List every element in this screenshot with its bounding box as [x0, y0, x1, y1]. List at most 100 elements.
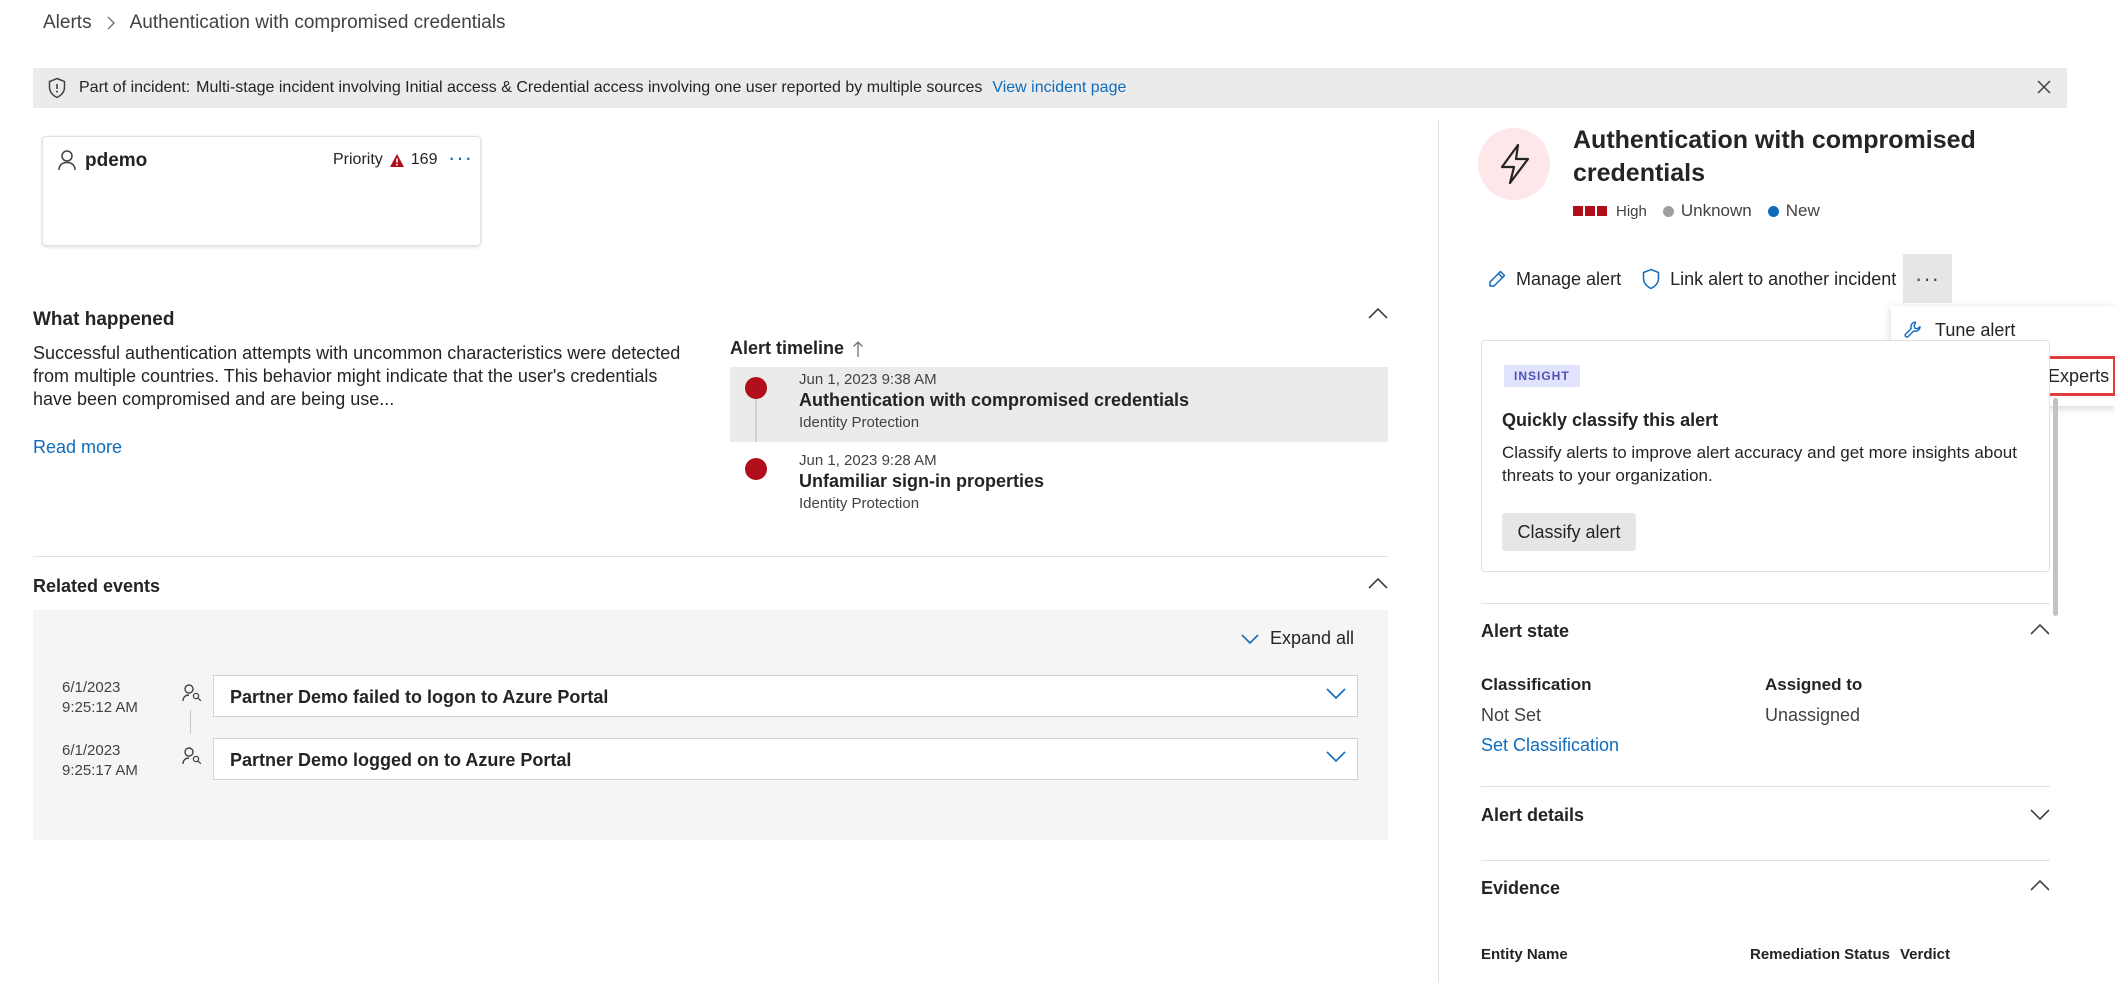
lightning-icon	[1496, 143, 1532, 185]
expand-all-button[interactable]: Expand all	[1240, 628, 1354, 649]
classification-value: Not Set	[1481, 705, 1542, 725]
event-title: Partner Demo logged on to Azure Portal	[230, 750, 572, 770]
chevron-up-icon[interactable]	[2029, 878, 2051, 892]
timeline-source: Identity Protection	[799, 414, 920, 431]
manage-alert-label: Manage alert	[1516, 268, 1622, 289]
alert-timeline-title: Alert timeline	[730, 338, 864, 359]
breadcrumb: Alerts Authentication with compromised c…	[43, 12, 506, 34]
related-events-title: Related events	[33, 576, 161, 596]
breadcrumb-current: Authentication with compromised credenti…	[129, 12, 506, 33]
tune-alert-label: Tune alert	[1935, 319, 2016, 340]
priority-value: 169	[410, 151, 438, 168]
alert-status-row: High Unknown New	[1573, 201, 1820, 221]
event-timestamp: 6/1/2023 9:25:17 AM	[62, 741, 138, 781]
classification-label: Classification	[1481, 675, 1592, 694]
assigned-to-value: Unassigned	[1765, 705, 1861, 725]
section-divider	[1481, 860, 2050, 861]
warning-icon	[389, 153, 405, 168]
event-time: 9:25:17 AM	[62, 762, 138, 779]
timeline-date: Jun 1, 2023 9:28 AM	[799, 452, 937, 469]
close-icon[interactable]	[2035, 78, 2053, 96]
incident-banner: Part of incident: Multi-stage incident i…	[33, 68, 2067, 108]
severity-bar-icon	[1585, 206, 1595, 216]
classify-alert-button[interactable]: Classify alert	[1502, 513, 1636, 551]
pencil-icon	[1487, 269, 1507, 289]
event-date: 6/1/2023	[62, 742, 121, 759]
banner-label: Part of incident:	[79, 79, 191, 96]
user-card[interactable]: pdemo Priority 169 ···	[42, 136, 481, 246]
event-time: 9:25:12 AM	[62, 699, 138, 716]
read-more-link[interactable]: Read more	[33, 437, 122, 458]
chevron-down-icon	[1240, 633, 1260, 645]
what-happened-title: What happened	[33, 309, 175, 330]
priority: Priority 169	[333, 151, 437, 169]
timeline-connector	[755, 399, 757, 442]
assigned-to-label: Assigned to	[1765, 675, 1863, 694]
severity-dot-icon	[745, 377, 767, 399]
section-divider	[1481, 786, 2050, 787]
priority-label: Priority	[333, 151, 383, 168]
evidence-title: Evidence	[1481, 878, 1561, 898]
link-alert-button[interactable]: Link alert to another incident	[1641, 268, 1896, 290]
status-dot-icon	[1767, 205, 1779, 217]
severity-bar-icon	[1573, 206, 1583, 216]
alert-timeline-label: Alert timeline	[730, 338, 845, 358]
event-date: 6/1/2023	[62, 679, 121, 696]
chevron-down-icon[interactable]	[1325, 749, 1347, 763]
alert-details-title: Alert details	[1481, 805, 1585, 825]
event-row[interactable]: Partner Demo logged on to Azure Portal	[213, 738, 1358, 780]
chevron-up-icon[interactable]	[1367, 576, 1389, 590]
event-title: Partner Demo failed to logon to Azure Po…	[230, 687, 609, 707]
alert-state-title: Alert state	[1481, 621, 1570, 641]
wrench-icon	[1891, 320, 1935, 340]
column-header-verdict[interactable]: Verdict	[1900, 946, 1950, 963]
alert-icon-badge	[1478, 128, 1550, 200]
timeline-item[interactable]: Jun 1, 2023 9:38 AM Authentication with …	[730, 367, 1388, 442]
link-alert-label: Link alert to another incident	[1670, 268, 1897, 289]
section-divider	[33, 556, 1388, 557]
timeline-date: Jun 1, 2023 9:38 AM	[799, 371, 937, 388]
user-key-icon	[182, 683, 202, 703]
chevron-right-icon	[106, 16, 116, 30]
section-divider	[1481, 603, 2050, 604]
status-label: New	[1785, 201, 1820, 220]
scrollbar-thumb[interactable]	[2053, 398, 2058, 616]
user-key-icon	[182, 746, 202, 766]
user-name[interactable]: pdemo	[85, 150, 147, 172]
chevron-up-icon[interactable]	[2029, 622, 2051, 636]
view-incident-link[interactable]: View incident page	[992, 79, 1126, 97]
insight-card: INSIGHT Quickly classify this alert Clas…	[1481, 340, 2050, 572]
set-classification-link[interactable]: Set Classification	[1481, 735, 1619, 756]
event-timestamp: 6/1/2023 9:25:12 AM	[62, 678, 138, 718]
shield-icon	[47, 77, 67, 99]
panel-divider	[1438, 120, 1439, 982]
more-actions-button[interactable]: ···	[1903, 254, 1952, 303]
severity-bar-icon	[1597, 206, 1607, 216]
alert-actions: Manage alert Link alert to another incid…	[1487, 254, 1916, 304]
sort-arrow-up-icon[interactable]	[852, 340, 864, 358]
person-icon	[57, 149, 77, 171]
chevron-down-icon[interactable]	[2029, 807, 2051, 821]
timeline-alert-name: Authentication with compromised credenti…	[799, 390, 1190, 410]
severity-label: High	[1616, 202, 1647, 220]
banner-description: Multi-stage incident involving Initial a…	[196, 79, 983, 96]
severity-dot-icon	[745, 458, 767, 480]
column-header-remediation-status[interactable]: Remediation Status	[1750, 946, 1890, 963]
breadcrumb-alerts[interactable]: Alerts	[43, 12, 92, 34]
expand-all-label: Expand all	[1270, 628, 1355, 648]
manage-alert-button[interactable]: Manage alert	[1487, 269, 1621, 290]
insight-heading: Quickly classify this alert	[1502, 410, 1719, 430]
column-header-entity-name[interactable]: Entity Name	[1481, 946, 1568, 963]
what-happened-text: Successful authentication attempts with …	[33, 343, 681, 409]
chevron-up-icon[interactable]	[1367, 306, 1389, 320]
timeline-item[interactable]: Jun 1, 2023 9:28 AM Unfamiliar sign-in p…	[730, 448, 1388, 523]
chevron-down-icon[interactable]	[1325, 686, 1347, 700]
more-options-icon[interactable]: ···	[448, 145, 473, 171]
status-dot-icon	[1662, 205, 1674, 217]
event-row[interactable]: Partner Demo failed to logon to Azure Po…	[213, 675, 1358, 717]
event-connector	[190, 710, 191, 734]
timeline-alert-name: Unfamiliar sign-in properties	[799, 471, 1045, 491]
alert-title: Authentication with compromised credenti…	[1573, 126, 1976, 187]
shield-icon	[1641, 268, 1661, 290]
timeline-source: Identity Protection	[799, 495, 920, 512]
